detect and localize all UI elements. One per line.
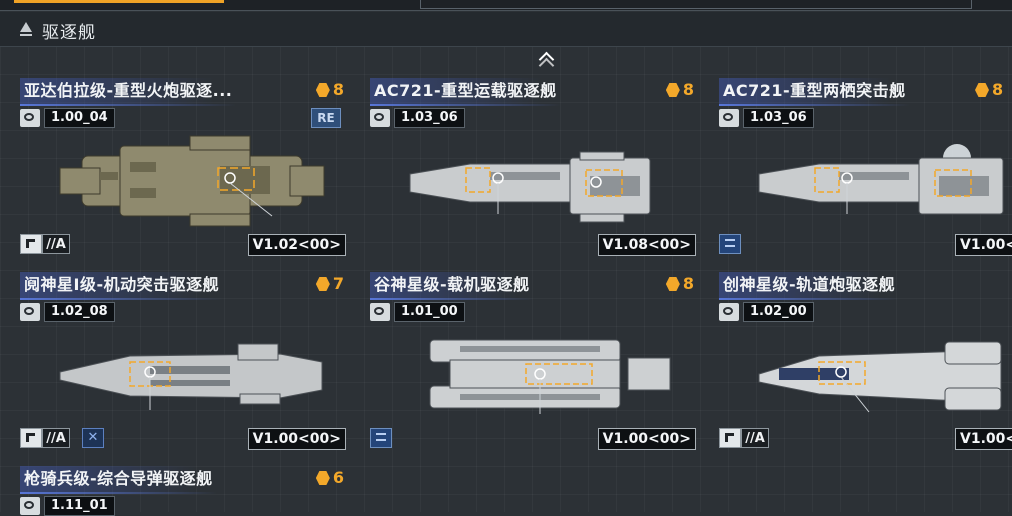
ship-name: AC721-重型两栖突击舰 — [719, 78, 910, 106]
card-footer: //A V1.00< — [719, 428, 1012, 450]
globe-icon — [719, 109, 739, 127]
blueprint-icon — [20, 109, 40, 127]
ship-image — [390, 310, 690, 422]
ship-card-abdalla[interactable]: 亚达伯拉级-重型火炮驱逐... 8 1.00_04 RE //A V1.02<0… — [20, 78, 350, 256]
ship-name: 亚达伯拉级-重型火炮驱逐... — [20, 78, 237, 106]
destroyer-class-icon — [719, 428, 741, 448]
ship-card-ceres[interactable]: 谷神星级-载机驱逐舰 8 1.01_00 V1.00<00> — [370, 272, 700, 450]
cost-hex-icon — [665, 83, 680, 97]
ship-cost: 8 — [665, 272, 694, 296]
cost-value: 8 — [332, 80, 344, 99]
ship-card-ac721-amphibious[interactable]: AC721-重型两栖突击舰 8 1.03_06 V1.00< — [719, 78, 1012, 256]
ship-cost: 8 — [315, 78, 344, 102]
ship-cost: 6 — [315, 466, 344, 490]
ship-card-makemake[interactable]: 创神星级-轨道炮驱逐舰 1.02_00 //A V1.00< — [719, 272, 1012, 450]
carrier-class-icon — [370, 428, 392, 448]
blueprint-icon — [719, 303, 739, 321]
role-label: //A — [42, 428, 70, 448]
collapse-triangle-icon — [20, 22, 32, 32]
version-badge: V1.02<00> — [247, 234, 346, 256]
collapse-chevron-icon[interactable] — [537, 50, 557, 64]
version-badge: V1.00<00> — [247, 428, 346, 450]
ship-image — [739, 116, 1012, 228]
cost-value: 6 — [332, 468, 344, 487]
card-footer: //A V1.02<00> — [20, 234, 350, 256]
cost-hex-icon — [315, 277, 330, 291]
ship-name: 创神星级-轨道炮驱逐舰 — [719, 272, 900, 300]
card-footer: V1.00< — [719, 234, 1012, 256]
ship-image — [40, 116, 340, 228]
category-header[interactable]: 驱逐舰 — [0, 12, 1012, 47]
ship-name: AC721-重型运载驱逐舰 — [370, 78, 561, 106]
version-badge: V1.00<00> — [597, 428, 696, 450]
carrier-class-icon — [719, 234, 741, 254]
cost-value: 8 — [682, 274, 694, 293]
category-title: 驱逐舰 — [42, 23, 96, 43]
cost-value: 8 — [682, 80, 694, 99]
ship-name: 阋神星I级-机动突击驱逐舰 — [20, 272, 224, 300]
ship-card-eris[interactable]: 阋神星I级-机动突击驱逐舰 7 1.02_08 //A ✕ V1.00<00> — [20, 272, 350, 450]
ship-name: 枪骑兵级-综合导弹驱逐舰 — [20, 466, 217, 494]
cost-hex-icon — [315, 83, 330, 97]
blueprint-icon — [20, 497, 40, 515]
ship-image — [390, 116, 690, 228]
version-row: 1.11_01 — [20, 496, 115, 516]
blueprint-icon — [370, 303, 390, 321]
cost-value: 8 — [992, 80, 1004, 99]
ship-cost: 8 — [975, 78, 1003, 102]
role-label: //A — [42, 234, 70, 254]
cost-hex-icon — [665, 277, 680, 291]
destroyer-class-icon — [20, 234, 42, 254]
ship-image — [40, 310, 340, 422]
card-footer: V1.08<00> — [370, 234, 700, 256]
destroyer-class-icon — [20, 428, 42, 448]
version-number: 1.11_01 — [44, 496, 115, 516]
version-badge: V1.00< — [955, 428, 1012, 450]
ship-card-lancer[interactable]: 枪骑兵级-综合导弹驱逐舰 6 1.11_01 — [20, 466, 350, 516]
ship-name: 谷神星级-载机驱逐舰 — [370, 272, 534, 300]
progress-accent — [14, 0, 224, 3]
top-strip — [0, 0, 1012, 11]
role-label: //A — [741, 428, 769, 448]
version-badge: V1.08<00> — [597, 234, 696, 256]
card-footer: //A ✕ V1.00<00> — [20, 428, 350, 450]
ship-cost: 8 — [665, 78, 694, 102]
cost-hex-icon — [975, 83, 989, 97]
cost-hex-icon — [315, 471, 330, 485]
blueprint-icon — [20, 303, 40, 321]
collapse-bar-icon — [20, 34, 32, 36]
cost-value: 7 — [332, 274, 344, 293]
ship-card-ac721-carrier[interactable]: AC721-重型运载驱逐舰 8 1.03_06 V1.08<00> — [370, 78, 700, 256]
top-segment — [420, 0, 972, 9]
cross-tools-icon: ✕ — [82, 428, 104, 448]
ship-image — [739, 310, 1012, 422]
version-badge: V1.00< — [955, 234, 1012, 256]
globe-icon — [370, 109, 390, 127]
card-footer: V1.00<00> — [370, 428, 700, 450]
ship-cost: 7 — [315, 272, 344, 296]
